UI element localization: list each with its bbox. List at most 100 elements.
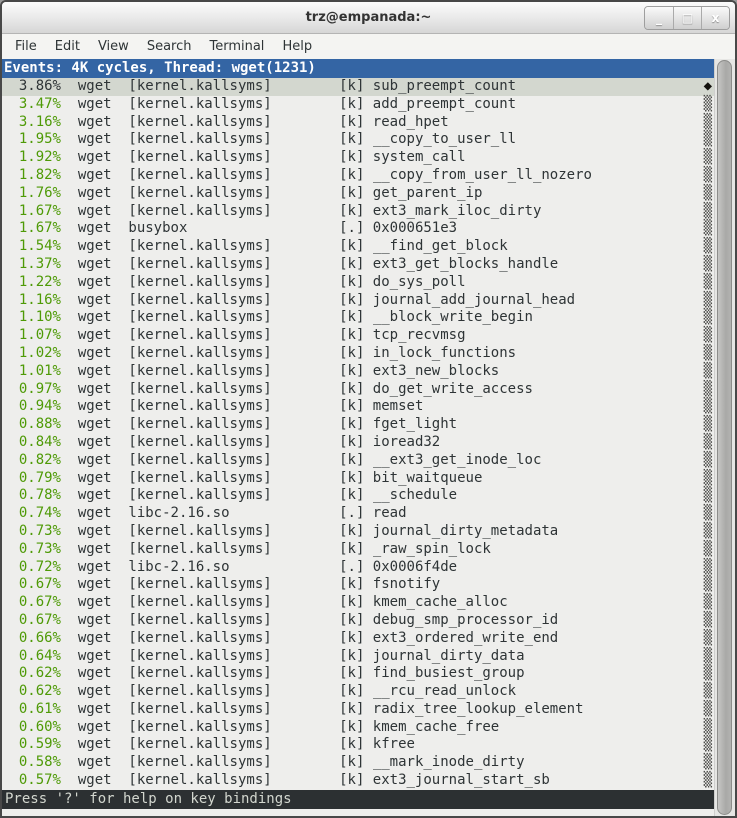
menu-search[interactable]: Search — [138, 36, 201, 57]
table-row[interactable]: 0.58%wget[kernel.kallsyms][k]__mark_inod… — [2, 754, 714, 772]
table-row[interactable]: 0.61%wget[kernel.kallsyms][k]radix_tree_… — [2, 701, 714, 719]
symbol-name: tcp_recvmsg — [373, 327, 704, 345]
table-row[interactable]: 0.59%wget[kernel.kallsyms][k]kfree▒ — [2, 736, 714, 754]
scrollbar-track[interactable] — [714, 59, 735, 816]
table-row[interactable]: 0.74%wgetlibc-2.16.so[.]read▒ — [2, 505, 714, 523]
table-row[interactable]: 0.67%wget[kernel.kallsyms][k]kmem_cache_… — [2, 594, 714, 612]
menubar: File Edit View Search Terminal Help — [2, 34, 735, 59]
selected-marker-icon: ◆ — [704, 78, 714, 96]
overhead-percent: 0.84% — [2, 434, 61, 452]
minimize-button[interactable]: _ — [645, 7, 673, 29]
table-row[interactable]: 1.95%wget[kernel.kallsyms][k]__copy_to_u… — [2, 131, 714, 149]
privilege-level: [k] — [339, 274, 373, 292]
tui-scrollbar-icon: ▒ — [704, 149, 714, 167]
titlebar[interactable]: trz@empanada:~ _ □ x — [2, 2, 735, 34]
tui-scrollbar-icon: ▒ — [704, 96, 714, 114]
privilege-level: [k] — [339, 772, 373, 790]
shared-object: [kernel.kallsyms] — [128, 487, 339, 505]
shared-object: [kernel.kallsyms] — [128, 327, 339, 345]
shared-object: [kernel.kallsyms] — [128, 470, 339, 488]
overhead-percent: 0.58% — [2, 754, 61, 772]
table-row[interactable]: 1.76%wget[kernel.kallsyms][k]get_parent_… — [2, 185, 714, 203]
table-row[interactable]: 1.02%wget[kernel.kallsyms][k]in_lock_fun… — [2, 345, 714, 363]
table-row[interactable]: 1.82%wget[kernel.kallsyms][k]__copy_from… — [2, 167, 714, 185]
table-row[interactable]: 0.78%wget[kernel.kallsyms][k]__schedule▒ — [2, 487, 714, 505]
tui-scrollbar-icon: ▒ — [704, 683, 714, 701]
shared-object: [kernel.kallsyms] — [128, 203, 339, 221]
tui-scrollbar-icon: ▒ — [704, 736, 714, 754]
tui-scrollbar-icon: ▒ — [704, 416, 714, 434]
tui-scrollbar-icon: ▒ — [704, 576, 714, 594]
table-row[interactable]: 0.97%wget[kernel.kallsyms][k]do_get_writ… — [2, 381, 714, 399]
privilege-level: [k] — [339, 149, 373, 167]
table-row[interactable]: 0.62%wget[kernel.kallsyms][k]find_busies… — [2, 665, 714, 683]
privilege-level: [k] — [339, 78, 373, 96]
table-row[interactable]: 0.67%wget[kernel.kallsyms][k]fsnotify▒ — [2, 576, 714, 594]
symbol-name: ext3_new_blocks — [373, 363, 704, 381]
table-row[interactable]: 1.07%wget[kernel.kallsyms][k]tcp_recvmsg… — [2, 327, 714, 345]
privilege-level: [k] — [339, 238, 373, 256]
table-row[interactable]: 0.67%wget[kernel.kallsyms][k]debug_smp_p… — [2, 612, 714, 630]
tui-scrollbar-icon: ▒ — [704, 327, 714, 345]
table-row[interactable]: 1.67%wget[kernel.kallsyms][k]ext3_mark_i… — [2, 203, 714, 221]
tui-scrollbar-icon: ▒ — [704, 523, 714, 541]
overhead-percent: 0.73% — [2, 541, 61, 559]
table-row[interactable]: 1.67%wgetbusybox[.]0x000651e3▒ — [2, 220, 714, 238]
terminal-screen[interactable]: Events: 4K cycles, Thread: wget(1231) 3.… — [2, 59, 714, 816]
table-row[interactable]: 0.73%wget[kernel.kallsyms][k]journal_dir… — [2, 523, 714, 541]
table-row[interactable]: 1.92%wget[kernel.kallsyms][k]system_call… — [2, 149, 714, 167]
tui-scrollbar-icon: ▒ — [704, 398, 714, 416]
table-row[interactable]: 3.47%wget[kernel.kallsyms][k]add_preempt… — [2, 96, 714, 114]
shared-object: [kernel.kallsyms] — [128, 398, 339, 416]
menu-edit[interactable]: Edit — [46, 36, 89, 57]
tui-scrollbar-icon: ▒ — [704, 541, 714, 559]
table-row[interactable]: 0.82%wget[kernel.kallsyms][k]__ext3_get_… — [2, 452, 714, 470]
shared-object: [kernel.kallsyms] — [128, 772, 339, 790]
command-name: wget — [78, 309, 112, 327]
table-row[interactable]: 1.01%wget[kernel.kallsyms][k]ext3_new_bl… — [2, 363, 714, 381]
menu-help[interactable]: Help — [273, 36, 321, 57]
command-name: wget — [78, 630, 112, 648]
table-row[interactable]: 0.94%wget[kernel.kallsyms][k]memset▒ — [2, 398, 714, 416]
table-row[interactable]: 3.16%wget[kernel.kallsyms][k]read_hpet▒ — [2, 114, 714, 132]
scrollbar-thumb[interactable] — [717, 60, 732, 815]
command-name: wget — [78, 167, 112, 185]
table-row[interactable]: 1.37%wget[kernel.kallsyms][k]ext3_get_bl… — [2, 256, 714, 274]
privilege-level: [k] — [339, 434, 373, 452]
table-row[interactable]: 1.16%wget[kernel.kallsyms][k]journal_add… — [2, 292, 714, 310]
overhead-percent: 0.62% — [2, 683, 61, 701]
table-row[interactable]: 0.84%wget[kernel.kallsyms][k]ioread32▒ — [2, 434, 714, 452]
symbol-name: ext3_ordered_write_end — [373, 630, 704, 648]
privilege-level: [k] — [339, 363, 373, 381]
menu-view[interactable]: View — [89, 36, 138, 57]
table-row[interactable]: 1.10%wget[kernel.kallsyms][k]__block_wri… — [2, 309, 714, 327]
maximize-button[interactable]: □ — [673, 7, 701, 29]
table-row[interactable]: 0.73%wget[kernel.kallsyms][k]_raw_spin_l… — [2, 541, 714, 559]
symbol-name: do_sys_poll — [373, 274, 704, 292]
privilege-level: [k] — [339, 327, 373, 345]
table-row[interactable]: 0.62%wget[kernel.kallsyms][k]__rcu_read_… — [2, 683, 714, 701]
table-row[interactable]: 0.66%wget[kernel.kallsyms][k]ext3_ordere… — [2, 630, 714, 648]
privilege-level: [k] — [339, 416, 373, 434]
menu-terminal[interactable]: Terminal — [200, 36, 273, 57]
command-name: wget — [78, 363, 112, 381]
table-row[interactable]: 1.54%wget[kernel.kallsyms][k]__find_get_… — [2, 238, 714, 256]
table-row[interactable]: 0.64%wget[kernel.kallsyms][k]journal_dir… — [2, 648, 714, 666]
privilege-level: [k] — [339, 185, 373, 203]
menu-file[interactable]: File — [6, 36, 46, 57]
shared-object: [kernel.kallsyms] — [128, 719, 339, 737]
table-row[interactable]: 0.72%wgetlibc-2.16.so[.]0x0006f4de▒ — [2, 559, 714, 577]
shared-object: [kernel.kallsyms] — [128, 541, 339, 559]
table-row[interactable]: 0.88%wget[kernel.kallsyms][k]fget_light▒ — [2, 416, 714, 434]
table-row[interactable]: 0.57%wget[kernel.kallsyms][k]ext3_journa… — [2, 772, 714, 790]
table-row[interactable]: 0.60%wget[kernel.kallsyms][k]kmem_cache_… — [2, 719, 714, 737]
table-row[interactable]: 3.86%wget[kernel.kallsyms][k]sub_preempt… — [2, 78, 714, 96]
overhead-percent: 0.66% — [2, 630, 61, 648]
tui-scrollbar-icon: ▒ — [704, 630, 714, 648]
close-button[interactable]: x — [701, 7, 729, 29]
command-name: wget — [78, 203, 112, 221]
symbol-name: bit_waitqueue — [373, 470, 704, 488]
table-row[interactable]: 0.79%wget[kernel.kallsyms][k]bit_waitque… — [2, 470, 714, 488]
command-name: wget — [78, 505, 112, 523]
table-row[interactable]: 1.22%wget[kernel.kallsyms][k]do_sys_poll… — [2, 274, 714, 292]
